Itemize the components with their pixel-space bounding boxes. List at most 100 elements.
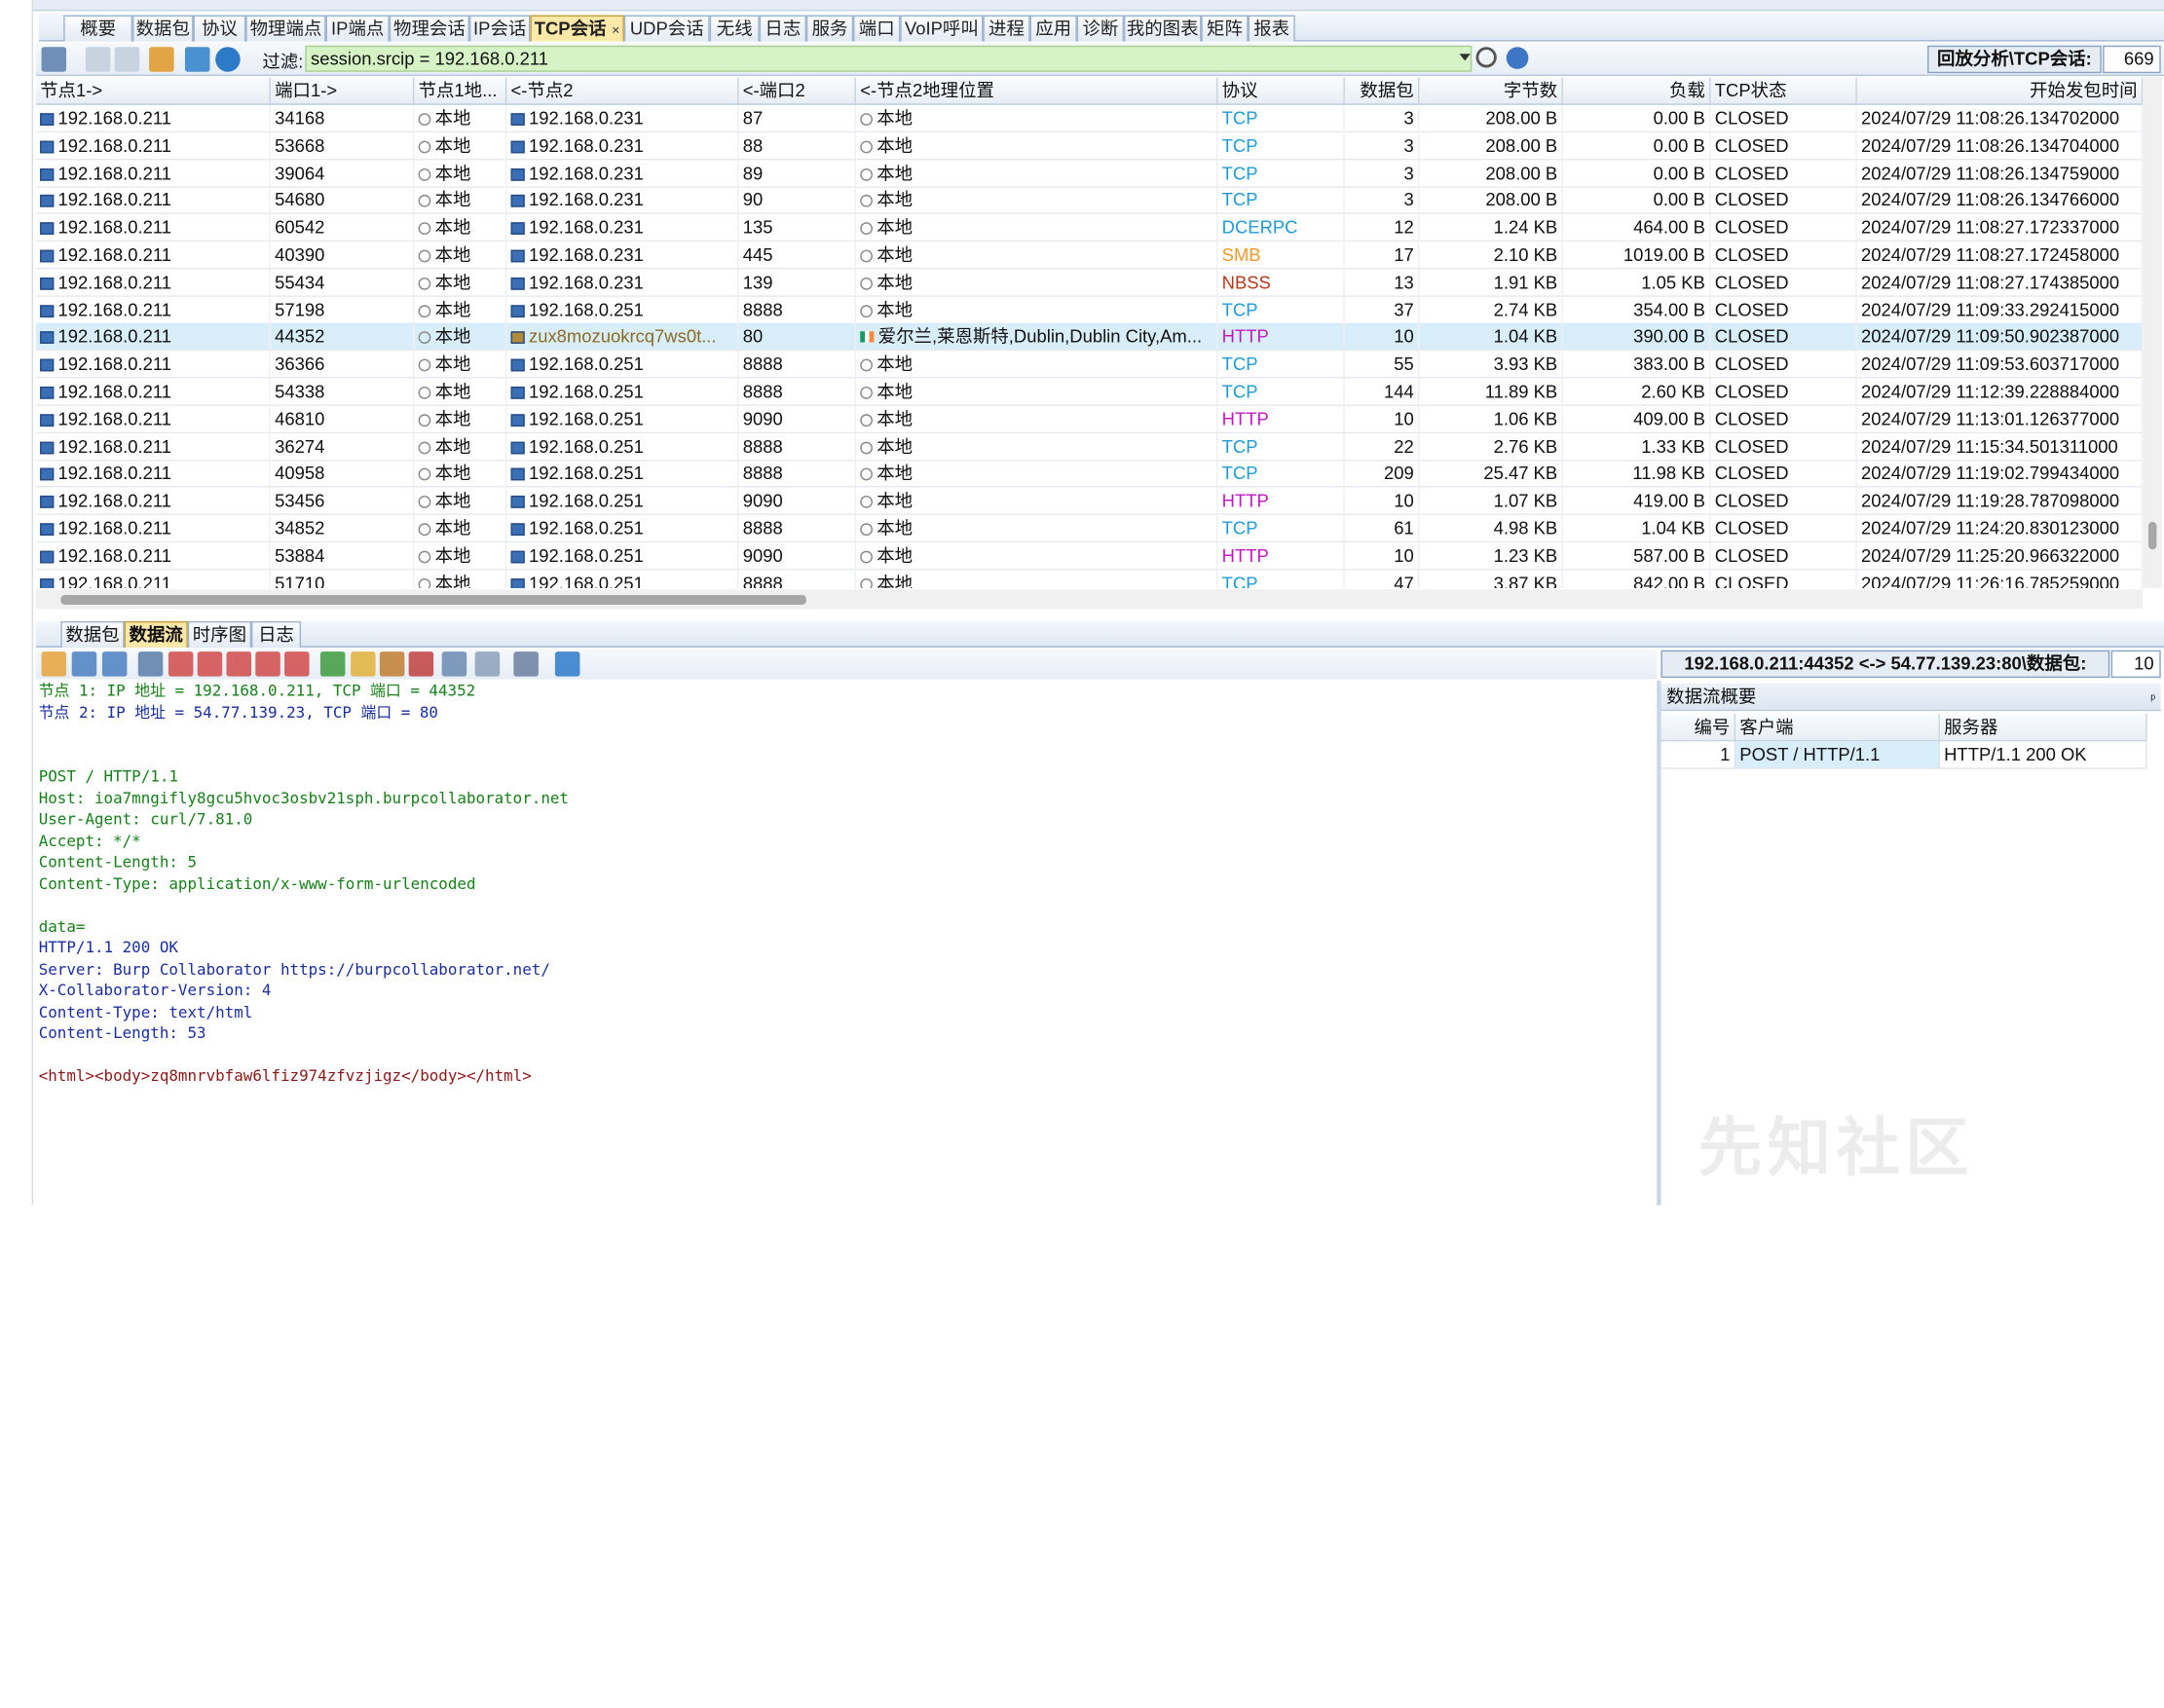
export-icon[interactable]	[137, 651, 164, 677]
column-header-9[interactable]: 负载	[1563, 77, 1711, 105]
table-row[interactable]: 192.168.0.211 44352 本地 zux8mozuokrcq7ws0t..…	[35, 323, 2144, 352]
column-header-11[interactable]: 开始发包时间	[1857, 77, 2144, 105]
stream-text-pane[interactable]: 节点 1: IP 地址 = 192.168.0.211, TCP 端口 = 44…	[36, 681, 1657, 1206]
table-row[interactable]: 192.168.0.211 40390 本地 192.168.0.231 445 本地 SM…	[35, 241, 2144, 270]
pin-icon[interactable]: ᵖ	[2150, 687, 2155, 713]
stats-icon[interactable]	[149, 47, 174, 72]
column-header-4[interactable]: <-端口2	[738, 77, 856, 105]
bc-icon[interactable]	[379, 651, 405, 677]
table-row[interactable]: 192.168.0.211 51710 本地 192.168.0.251 8888 本地 T…	[36, 569, 2144, 588]
tab-9[interactable]: 无线	[709, 15, 760, 42]
scroll-thumb[interactable]	[60, 595, 806, 605]
hex-500-icon[interactable]	[255, 651, 280, 677]
tab-0[interactable]: 概要	[63, 15, 133, 42]
cell-p1: 55434	[271, 269, 415, 297]
tab-5[interactable]: 物理会话	[389, 15, 470, 42]
cell-loc1: 本地	[414, 541, 507, 571]
view-icon[interactable]	[513, 651, 539, 677]
help-icon[interactable]	[1506, 47, 1529, 69]
table-row[interactable]: 192.168.0.211 36274 本地 192.168.0.251 8888 本地 T…	[35, 432, 2144, 461]
column-header-3[interactable]: <-节点2	[506, 77, 739, 105]
table-row[interactable]: 192.168.0.211 34852 本地 192.168.0.251 8888 本地 T…	[35, 514, 2144, 543]
table-row[interactable]: 192.168.0.211 39064 本地 192.168.0.231 89 本地 TCP…	[35, 159, 2144, 188]
bottom-tab-3[interactable]: 日志	[251, 620, 302, 648]
column-header-1[interactable]: 端口1->	[271, 77, 415, 105]
sync-scroll-icon[interactable]	[41, 651, 67, 677]
table-row[interactable]: 192.168.0.211 60542 本地 192.168.0.231 135 本地 DC…	[35, 214, 2144, 242]
tab-14[interactable]: 进程	[983, 15, 1030, 42]
utf8-icon[interactable]	[408, 651, 434, 677]
page-first-icon[interactable]	[85, 47, 111, 72]
computer-icon	[510, 386, 525, 399]
column-header-6[interactable]: 协议	[1217, 77, 1345, 105]
reload-icon[interactable]	[554, 651, 580, 677]
horizontal-scrollbar[interactable]	[35, 589, 2144, 610]
mixed-icon[interactable]	[351, 651, 376, 677]
tab-3[interactable]: 物理端点	[245, 15, 326, 42]
bottom-tab-1[interactable]: 数据流	[124, 620, 188, 648]
column-header-10[interactable]: TCP状态	[1711, 77, 1857, 105]
close-icon[interactable]: ×	[612, 23, 619, 39]
bottom-tab-0[interactable]: 数据包	[60, 620, 125, 648]
page-last-icon[interactable]	[114, 47, 140, 72]
summary-row-server[interactable]: HTTP/1.1 200 OK	[1939, 741, 2147, 769]
tab-6[interactable]: IP会话	[469, 15, 531, 42]
chevron-down-icon[interactable]	[1459, 54, 1471, 61]
cell-text: 61	[1394, 517, 1414, 538]
filter-input[interactable]: session.srcip = 192.168.0.211	[305, 45, 1473, 72]
tab-19[interactable]: 报表	[1248, 15, 1295, 42]
table-row[interactable]: 192.168.0.211 53884 本地 192.168.0.251 9090 本地 H…	[35, 541, 2144, 571]
table-row[interactable]: 192.168.0.211 55434 本地 192.168.0.231 139 本地 NB…	[35, 269, 2144, 297]
cell-text: 192.168.0.251	[528, 463, 644, 484]
column-header-7[interactable]: 数据包	[1345, 77, 1420, 105]
tab-7[interactable]: TCP会话 ×	[530, 15, 624, 42]
table-row[interactable]: 192.168.0.211 53668 本地 192.168.0.231 88 本地 TCP…	[35, 131, 2144, 161]
tab-16[interactable]: 诊断	[1076, 15, 1125, 42]
tab-label: 物理端点	[249, 18, 322, 39]
tab-11[interactable]: 服务	[805, 15, 854, 42]
hex-icon[interactable]	[441, 651, 467, 677]
tab-2[interactable]: 协议	[193, 15, 246, 42]
table-row[interactable]: 192.168.0.211 54680 本地 192.168.0.231 90 本地 TCP…	[35, 186, 2144, 215]
tab-10[interactable]: 日志	[759, 15, 806, 42]
column-header-5[interactable]: <-节点2地理位置	[856, 77, 1218, 105]
table-row[interactable]: 192.168.0.211 53456 本地 192.168.0.251 9090 本地 H…	[35, 487, 2144, 516]
hex-200-icon[interactable]	[226, 651, 252, 677]
tab-1[interactable]: 数据包	[132, 15, 194, 42]
hex-100-icon[interactable]	[197, 651, 223, 677]
save-icon[interactable]	[41, 47, 67, 72]
table-row[interactable]: 192.168.0.211 36366 本地 192.168.0.251 8888 本地 T…	[35, 351, 2144, 379]
hex-50-icon[interactable]	[168, 651, 194, 677]
column-header-2[interactable]: 节点1地...	[414, 77, 507, 105]
tab-8[interactable]: UDP会话	[623, 15, 710, 42]
table-row[interactable]: 192.168.0.211 46810 本地 192.168.0.251 9090 本地 H…	[35, 405, 2144, 433]
cell-bytes: 2.74 KB	[1419, 296, 1563, 324]
tab-label: 诊断	[1082, 18, 1119, 39]
tab-13[interactable]: VoIP呼叫	[900, 15, 984, 42]
vertical-scrollbar[interactable]	[2143, 77, 2163, 588]
copy-icon[interactable]	[474, 651, 501, 677]
format-a-icon[interactable]	[71, 651, 97, 677]
tab-18[interactable]: 矩阵	[1201, 15, 1249, 42]
hex-1k-icon[interactable]	[284, 651, 310, 677]
tab-12[interactable]: 端口	[853, 15, 901, 42]
bottom-tab-2[interactable]: 时序图	[187, 620, 252, 648]
cell-payload: 1.05 KB	[1563, 269, 1711, 297]
table-row[interactable]: 192.168.0.211 34168 本地 192.168.0.231 87 本地 TCP…	[35, 104, 2144, 133]
tab-17[interactable]: 我的图表	[1124, 15, 1202, 42]
format-b-icon[interactable]	[101, 651, 128, 677]
table-row[interactable]: 192.168.0.211 57198 本地 192.168.0.251 8888 本地 T…	[35, 296, 2144, 324]
summary-row-id[interactable]: 1	[1660, 741, 1736, 769]
table-row[interactable]: 192.168.0.211 40958 本地 192.168.0.251 8888 本地 T…	[35, 460, 2144, 489]
column-header-0[interactable]: 节点1->	[36, 77, 271, 105]
stream-line: X-Collaborator-Version: 4	[38, 981, 272, 1000]
column-header-8[interactable]: 字节数	[1419, 77, 1563, 105]
table-row[interactable]: 192.168.0.211 54338 本地 192.168.0.251 8888 本地 T…	[35, 378, 2144, 406]
refresh-icon[interactable]	[215, 47, 241, 72]
tab-4[interactable]: IP端点	[325, 15, 390, 42]
summary-row-client[interactable]: POST / HTTP/1.1	[1735, 741, 1940, 769]
ascii-icon[interactable]	[319, 651, 346, 677]
tab-15[interactable]: 应用	[1029, 15, 1077, 42]
filter-icon[interactable]	[184, 47, 210, 72]
search-icon[interactable]	[1475, 47, 1497, 68]
